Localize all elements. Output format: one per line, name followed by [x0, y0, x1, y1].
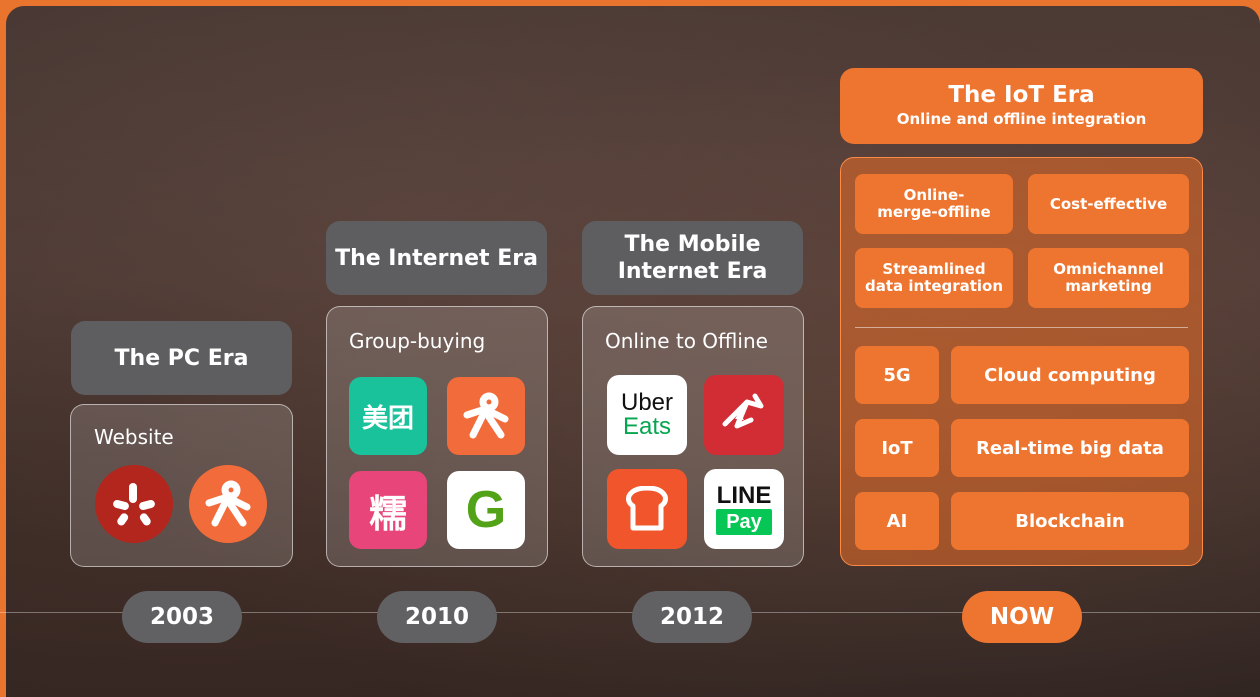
feature-online-merge-offline: Online-merge-offline: [855, 174, 1013, 234]
uber-logo-text: Uber: [620, 389, 674, 416]
era-box-mobile: Online to Offline Uber Eats LINE Pay: [582, 306, 804, 567]
feature-cost-effective: Cost-effective: [1028, 174, 1189, 234]
era-box-pc: Website: [70, 404, 293, 567]
era-title-text: The PC Era: [114, 345, 249, 371]
tech-ai: AI: [855, 492, 939, 550]
feature-streamlined-data-integration: Streamlined data integration: [855, 248, 1013, 308]
year-pill-now: NOW: [962, 591, 1082, 643]
tech-real-time-big-data: Real-time big data: [951, 419, 1189, 477]
iot-era-header: The IoT Era Online and offline integrati…: [840, 68, 1203, 144]
pay-logo-text: Pay: [716, 509, 772, 535]
iot-era-box: Online-merge-offline Cost-effective Stre…: [840, 157, 1203, 566]
line-pay-icon: LINE Pay: [704, 469, 784, 549]
year-pill-2012: 2012: [632, 591, 752, 643]
line-logo-text: LINE: [716, 482, 772, 509]
era-title-mobile: The Mobile Internet Era: [582, 221, 803, 295]
era-title-text: The Internet Era: [335, 245, 538, 271]
dianping-icon: [189, 465, 267, 543]
nuomi-logo-text: 糯: [368, 491, 407, 536]
uber-eats-icon: Uber Eats: [607, 375, 687, 455]
dianping-icon: [447, 377, 525, 455]
meituan-logo-text: 美团: [361, 403, 414, 434]
deliveroo-icon: [704, 375, 784, 455]
era-caption: Website: [94, 425, 174, 449]
year-pill-2010: 2010: [377, 591, 497, 643]
divider: [855, 327, 1188, 328]
groupon-icon: G: [447, 471, 525, 549]
toast-icon: [607, 469, 687, 549]
feature-omnichannel-marketing: Omnichannel marketing: [1028, 248, 1189, 308]
eats-logo-text: Eats: [622, 413, 672, 440]
era-box-internet: Group-buying 美团 糯 G: [326, 306, 548, 567]
era-caption: Online to Offline: [605, 329, 768, 353]
groupon-logo-text: G: [465, 481, 507, 539]
yelp-icon: [95, 465, 173, 543]
meituan-icon: 美团: [349, 377, 427, 455]
year-pill-2003: 2003: [122, 591, 242, 643]
tech-cloud-computing: Cloud computing: [951, 346, 1189, 404]
tech-blockchain: Blockchain: [951, 492, 1189, 550]
era-caption: Group-buying: [349, 329, 486, 353]
tech-iot: IoT: [855, 419, 939, 477]
nuomi-icon: 糯: [349, 471, 427, 549]
era-title-internet: The Internet Era: [326, 221, 547, 295]
tech-5g: 5G: [855, 346, 939, 404]
era-title-pc: The PC Era: [71, 321, 292, 395]
iot-era-subtitle: Online and offline integration: [896, 110, 1147, 128]
era-title-text: The Mobile Internet Era: [617, 232, 768, 284]
iot-era-title: The IoT Era: [948, 82, 1095, 108]
